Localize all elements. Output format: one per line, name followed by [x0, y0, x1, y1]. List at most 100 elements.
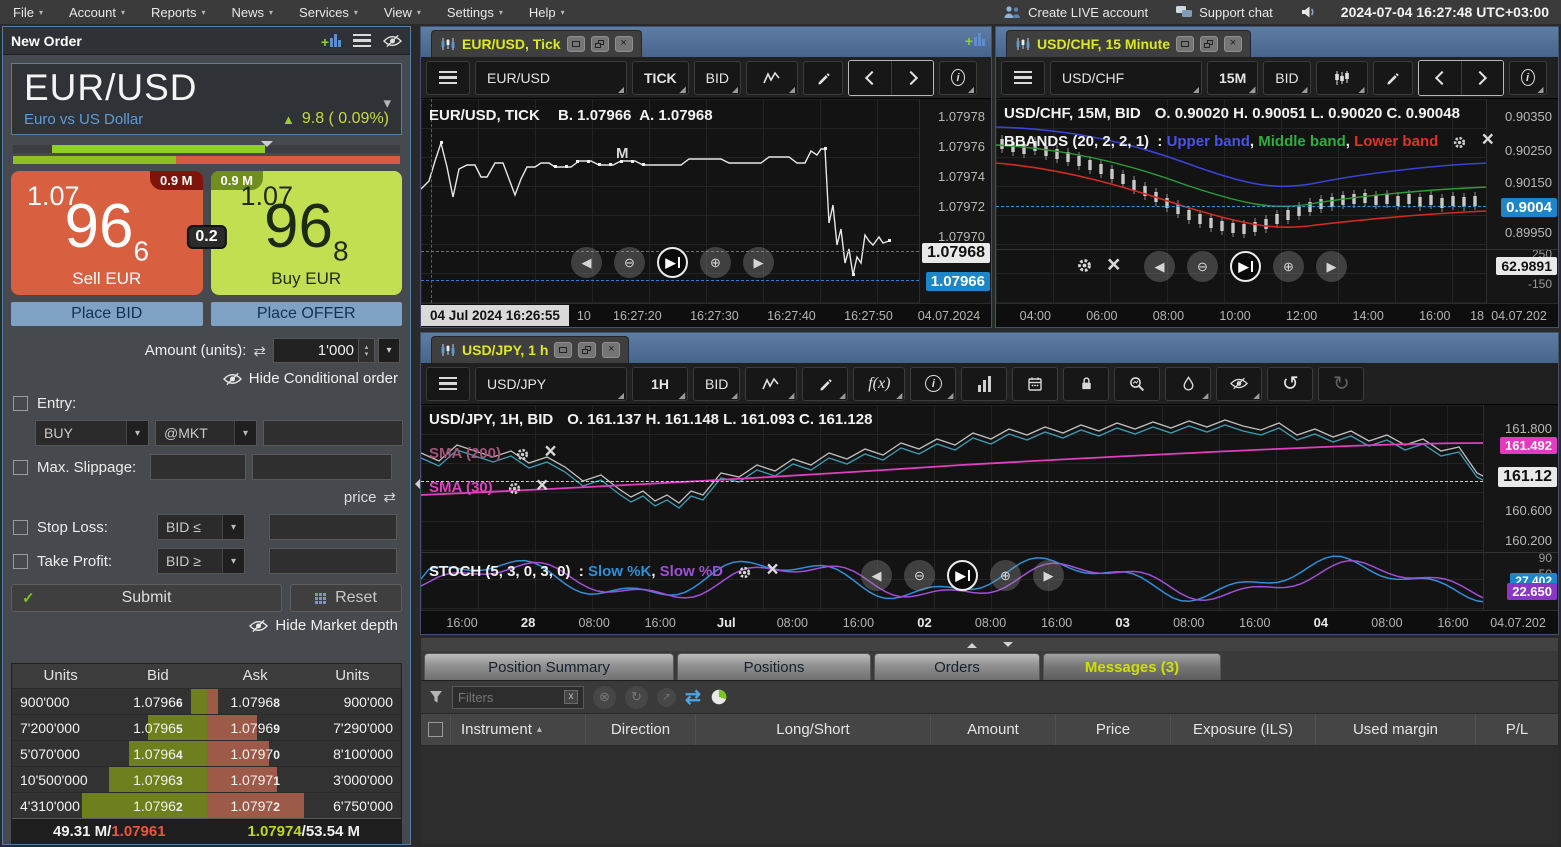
restore-button[interactable]	[578, 342, 596, 358]
place-offer-button[interactable]: Place OFFER	[211, 302, 403, 326]
prev-button[interactable]	[849, 61, 891, 95]
speaker-icon[interactable]	[1300, 4, 1316, 20]
column-price[interactable]: Price	[1056, 714, 1171, 745]
prev-button[interactable]	[1419, 61, 1461, 95]
expand-up-icon[interactable]	[967, 638, 977, 648]
chart-type-button[interactable]: ◢	[746, 61, 798, 95]
create-live-account-link[interactable]: Create LIVE account	[1002, 5, 1148, 20]
period-select[interactable]: 15M◢	[1207, 61, 1258, 95]
go-to-end-button[interactable]: ▶	[947, 560, 978, 591]
menu-file[interactable]: File▾	[0, 0, 56, 24]
undo-button[interactable]: ↺	[1267, 367, 1313, 401]
indicators-button[interactable]: f(x)◢	[853, 367, 905, 401]
zoom-in-button[interactable]: ⊕	[1273, 251, 1304, 282]
period-select[interactable]: 1H◢	[632, 367, 688, 401]
support-chat-link[interactable]: Support chat	[1175, 5, 1273, 20]
draw-tool-button[interactable]: ◢	[802, 367, 848, 401]
close-indicator-icon[interactable]: ×	[766, 558, 778, 581]
slippage-pips-input[interactable]	[150, 454, 246, 480]
side-select[interactable]: BID◢	[693, 367, 740, 401]
column-long-short[interactable]: Long/Short	[696, 714, 931, 745]
side-select[interactable]: BID◢	[1263, 61, 1310, 95]
depth-row[interactable]: 900'000 1.07966 1.07968 900'000	[12, 688, 401, 714]
collapse-down-icon[interactable]	[1003, 642, 1013, 652]
hide-market-depth-toggle[interactable]: Hide Market depth	[15, 617, 398, 634]
place-bid-button[interactable]: Place BID	[11, 302, 203, 326]
entry-checkbox[interactable]	[13, 396, 28, 411]
positions-table-body[interactable]	[421, 746, 1558, 844]
instrument-select[interactable]: EUR/USD◢	[475, 61, 627, 95]
price-axis[interactable]: 0.90350 0.90250 0.90150 0.9004 0.89950 2…	[1486, 99, 1558, 303]
depth-row[interactable]: 5'070'000 1.07964 1.07970 8'100'000	[12, 740, 401, 766]
chart-menu-button[interactable]	[426, 367, 470, 401]
zoom-in-button[interactable]: ⊕	[990, 560, 1021, 591]
next-button[interactable]	[891, 61, 933, 95]
entry-side-select[interactable]: BUY▾	[35, 420, 149, 446]
zoom-out-button[interactable]: ⊖	[1187, 251, 1218, 282]
amount-dropdown[interactable]: ▾	[378, 338, 400, 363]
step-back-button[interactable]: ◀	[571, 247, 602, 278]
info-button[interactable]: i◢	[939, 61, 977, 95]
zoom-button[interactable]	[1114, 367, 1160, 401]
column-exposure[interactable]: Exposure (ILS)	[1171, 714, 1316, 745]
step-forward-button[interactable]: ▶	[743, 247, 774, 278]
transfer-icon[interactable]: ⇄	[685, 686, 701, 709]
price-axis[interactable]: 161.800 161.492 161.12 160.600 160.200 9…	[1483, 405, 1558, 610]
eye-icon[interactable]	[383, 34, 402, 48]
panel-collapse-handle[interactable]	[411, 332, 419, 635]
column-direction[interactable]: Direction	[586, 714, 696, 745]
pie-chart-icon[interactable]	[710, 688, 728, 706]
entry-price-input[interactable]	[263, 420, 403, 446]
amount-input[interactable]	[273, 338, 359, 363]
sell-tile[interactable]: 0.9 M 1.07 966 Sell EUR	[11, 171, 203, 295]
menu-help[interactable]: Help▾	[516, 0, 578, 24]
usdjpy-chart-canvas[interactable]: USD/JPY, 1H, BIDO. 161.137 H. 161.148 L.…	[421, 405, 1558, 610]
amount-spinner[interactable]: ▴▾	[359, 338, 375, 363]
stop-loss-checkbox[interactable]	[13, 520, 28, 535]
close-indicator-icon[interactable]: ×	[1482, 128, 1494, 151]
next-button[interactable]	[1461, 61, 1503, 95]
buy-tile[interactable]: 0.9 M 1.07 968 Buy EUR	[211, 171, 403, 295]
usdchf-tab[interactable]: USD/CHF, 15 Minute ×	[1006, 30, 1251, 57]
zoom-out-button[interactable]: ⊖	[614, 247, 645, 278]
entry-type-select[interactable]: @MKT▾	[155, 420, 257, 446]
menu-view[interactable]: View▾	[371, 0, 434, 24]
tab-position-summary[interactable]: Position Summary	[424, 653, 674, 680]
instrument-select[interactable]: USD/JPY◢	[475, 367, 627, 401]
column-pl[interactable]: P/L	[1476, 714, 1558, 745]
chart-menu-button[interactable]	[426, 61, 470, 95]
gear-icon[interactable]	[507, 481, 522, 496]
take-profit-price-input[interactable]	[269, 548, 397, 574]
fill-tool-button[interactable]: ◢	[1165, 367, 1211, 401]
instrument-selector[interactable]: EUR/USD ▾ Euro vs US Dollar ▲9.8 ( 0.09%…	[11, 63, 402, 135]
draw-tool-button[interactable]	[1373, 61, 1413, 95]
close-button[interactable]: ×	[1224, 36, 1242, 52]
info-button[interactable]: i◢	[1509, 61, 1547, 95]
usdchf-chart-canvas[interactable]: USD/CHF, 15M, BIDO. 0.90020 H. 0.90051 L…	[996, 99, 1558, 303]
close-button[interactable]: ×	[602, 342, 620, 358]
lock-button[interactable]	[1063, 367, 1109, 401]
minimize-button[interactable]	[567, 36, 585, 52]
step-forward-button[interactable]: ▶	[1316, 251, 1347, 282]
column-amount[interactable]: Amount	[931, 714, 1056, 745]
tab-orders[interactable]: Orders	[874, 653, 1040, 680]
chart-menu-button[interactable]	[1001, 61, 1045, 95]
stop-loss-price-input[interactable]	[269, 514, 397, 540]
period-select[interactable]: TICK◢	[632, 61, 689, 95]
close-indicator-icon[interactable]: ×	[536, 474, 548, 497]
step-back-button[interactable]: ◀	[1144, 251, 1175, 282]
column-used-margin[interactable]: Used margin	[1316, 714, 1476, 745]
restore-button[interactable]	[1200, 36, 1218, 52]
info-button[interactable]: i◢	[910, 367, 956, 401]
depth-row[interactable]: 10'500'000 1.07963 1.07971 3'000'000	[12, 766, 401, 792]
minimize-button[interactable]	[554, 342, 572, 358]
close-button[interactable]: ×	[615, 36, 633, 52]
merge-button[interactable]: ↗	[657, 688, 676, 707]
tick-chart-canvas[interactable]: EUR/USD, TICK B. 1.07966 A. 1.07968 M 1.…	[421, 99, 991, 303]
minimize-button[interactable]	[1176, 36, 1194, 52]
restore-button[interactable]	[591, 36, 609, 52]
step-back-button[interactable]: ◀	[861, 560, 892, 591]
price-axis[interactable]: 1.07978 1.07976 1.07974 1.07972 1.07970 …	[919, 99, 991, 303]
zoom-in-button[interactable]: ⊕	[700, 247, 731, 278]
gear-icon[interactable]	[737, 565, 752, 580]
